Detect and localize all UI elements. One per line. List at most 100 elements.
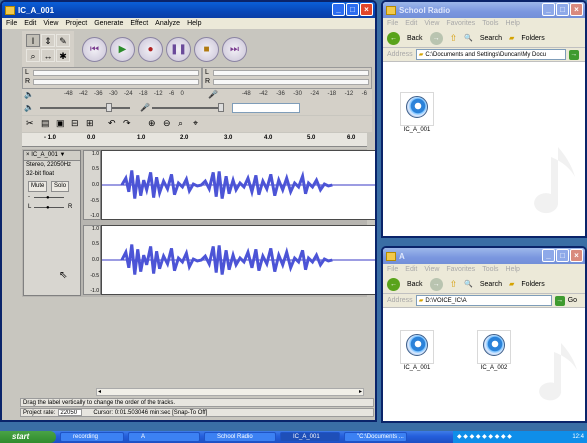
menu-view[interactable]: View xyxy=(424,20,439,27)
skip-end-button[interactable]: ⏭ xyxy=(222,37,247,62)
folder-a-titlebar[interactable]: A _ □ × xyxy=(383,248,585,264)
go-label[interactable]: Go xyxy=(568,297,577,304)
menu-analyze[interactable]: Analyze xyxy=(155,20,180,27)
audio-track[interactable]: × IC_A_001 ▼ Stereo, 22050Hz 32-bit floa… xyxy=(22,149,375,297)
menu-edit[interactable]: Edit xyxy=(405,266,417,273)
menu-file[interactable]: File xyxy=(6,20,17,27)
menu-project[interactable]: Project xyxy=(65,20,87,27)
redo-icon[interactable]: ↷ xyxy=(123,118,131,129)
maximize-button[interactable]: □ xyxy=(556,3,569,16)
menu-view[interactable]: View xyxy=(43,20,58,27)
input-volume-thumb[interactable] xyxy=(218,103,224,112)
mute-button[interactable]: Mute xyxy=(28,181,48,192)
close-button[interactable]: × xyxy=(360,3,373,16)
stop-button[interactable]: ■ xyxy=(194,37,219,62)
menu-favorites[interactable]: Favorites xyxy=(446,20,475,27)
back-arrow-icon[interactable]: ← xyxy=(387,31,400,45)
undo-icon[interactable]: ↶ xyxy=(108,118,116,129)
track-control-panel[interactable]: × IC_A_001 ▼ Stereo, 22050Hz 32-bit floa… xyxy=(23,150,81,296)
pause-button[interactable]: ❚❚ xyxy=(166,37,191,62)
tray-icons[interactable]: ◆ ◆ ◆ ◆ ◆ ◆ ◆ ◆ ◆ xyxy=(457,434,512,440)
trim-icon[interactable]: ⊟ xyxy=(71,118,79,129)
forward-arrow-icon[interactable]: → xyxy=(429,31,443,45)
zoom-out-icon[interactable]: ⊖ xyxy=(163,118,171,129)
track-name[interactable]: IC_A_001 xyxy=(31,152,58,158)
pan-thumb[interactable]: ● xyxy=(46,204,50,213)
fit-project-icon[interactable]: ⌖ xyxy=(193,118,198,129)
paste-icon[interactable]: ▣ xyxy=(56,118,65,129)
menu-file[interactable]: File xyxy=(387,266,398,273)
up-folder-icon[interactable]: ⇧ xyxy=(450,279,458,290)
zoom-tool-icon[interactable]: ⌕ xyxy=(26,49,40,62)
close-button[interactable]: × xyxy=(570,249,583,262)
input-meter[interactable]: L R xyxy=(202,67,372,89)
timeshift-tool-icon[interactable]: ↔ xyxy=(41,49,55,62)
menu-help[interactable]: Help xyxy=(506,20,520,27)
back-arrow-icon[interactable]: ← xyxy=(387,277,400,291)
scroll-left-icon[interactable]: ◂ xyxy=(98,388,101,395)
folders-button[interactable]: Folders xyxy=(521,35,544,42)
output-volume-thumb[interactable] xyxy=(106,103,112,112)
menu-effect[interactable]: Effect xyxy=(130,20,148,27)
solo-button[interactable]: Solo xyxy=(51,181,70,192)
fit-selection-icon[interactable]: ⌕ xyxy=(178,118,183,129)
search-button[interactable]: Search xyxy=(480,281,502,288)
menu-edit[interactable]: Edit xyxy=(405,20,417,27)
record-button[interactable]: ● xyxy=(138,37,163,62)
copy-icon[interactable]: ▤ xyxy=(41,118,50,129)
audacity-titlebar[interactable]: IC_A_001 _ □ × xyxy=(2,2,375,18)
menu-tools[interactable]: Tools xyxy=(482,266,498,273)
track-menu-arrow-icon[interactable]: ▼ xyxy=(60,152,66,158)
maximize-button[interactable]: □ xyxy=(346,3,359,16)
clock[interactable]: 12:4 xyxy=(572,431,584,443)
envelope-tool-icon[interactable]: ⇕ xyxy=(41,34,55,47)
play-button[interactable]: ▶ xyxy=(110,37,135,62)
go-button[interactable]: → xyxy=(568,49,579,60)
input-volume-slider[interactable] xyxy=(152,107,222,109)
address-input[interactable]: ▰ C:\Documents and Settings\Duncan\My Do… xyxy=(415,49,566,60)
taskbar-folder-a[interactable]: A xyxy=(128,432,200,442)
horizontal-scrollbar[interactable]: ◂ ▸ xyxy=(96,388,364,396)
taskbar-school-radio[interactable]: School Radio xyxy=(204,432,276,442)
file-item[interactable]: IC_A_001 xyxy=(393,92,441,133)
zoom-in-icon[interactable]: ⊕ xyxy=(148,118,156,129)
back-button[interactable]: Back xyxy=(407,281,423,288)
project-rate-input[interactable] xyxy=(58,409,83,416)
track-close-icon[interactable]: × xyxy=(26,152,30,158)
menu-tools[interactable]: Tools xyxy=(482,20,498,27)
minimize-button[interactable]: _ xyxy=(332,3,345,16)
back-button[interactable]: Back xyxy=(407,35,423,42)
timeline-ruler[interactable]: - 1.0 0.0 1.0 2.0 3.0 4.0 5.0 6.0 xyxy=(22,133,367,147)
right-channel-waveform[interactable] xyxy=(101,225,375,295)
left-channel-waveform[interactable] xyxy=(101,150,375,220)
menu-help[interactable]: Help xyxy=(506,266,520,273)
forward-arrow-icon[interactable]: → xyxy=(429,277,443,291)
file-item[interactable]: IC_A_001 xyxy=(393,330,441,371)
start-button[interactable]: start xyxy=(0,431,56,443)
minimize-button[interactable]: _ xyxy=(542,249,555,262)
menu-view[interactable]: View xyxy=(424,266,439,273)
taskbar-audacity[interactable]: IC_A_001 xyxy=(280,432,340,442)
school-radio-titlebar[interactable]: School Radio _ □ × xyxy=(383,2,585,18)
taskbar-recording[interactable]: recording xyxy=(60,432,124,442)
up-folder-icon[interactable]: ⇧ xyxy=(450,33,458,44)
menu-file[interactable]: File xyxy=(387,20,398,27)
multi-tool-icon[interactable]: ✱ xyxy=(56,49,70,62)
minimize-button[interactable]: _ xyxy=(542,3,555,16)
menu-favorites[interactable]: Favorites xyxy=(446,266,475,273)
cut-icon[interactable]: ✂ xyxy=(26,118,34,129)
go-button[interactable]: → xyxy=(554,295,565,306)
close-button[interactable]: × xyxy=(570,3,583,16)
search-button[interactable]: Search xyxy=(480,35,502,42)
output-meter[interactable]: L R xyxy=(22,67,202,89)
address-input[interactable]: ▰ D:\VOICE_IC\A xyxy=(415,295,552,306)
maximize-button[interactable]: □ xyxy=(556,249,569,262)
menu-help[interactable]: Help xyxy=(187,20,201,27)
silence-icon[interactable]: ⊞ xyxy=(86,118,94,129)
menu-edit[interactable]: Edit xyxy=(24,20,36,27)
draw-tool-icon[interactable]: ✎ xyxy=(56,34,70,47)
folders-button[interactable]: Folders xyxy=(521,281,544,288)
skip-start-button[interactable]: ⏮ xyxy=(82,37,107,62)
menu-generate[interactable]: Generate xyxy=(94,20,123,27)
scroll-right-icon[interactable]: ▸ xyxy=(359,388,362,395)
